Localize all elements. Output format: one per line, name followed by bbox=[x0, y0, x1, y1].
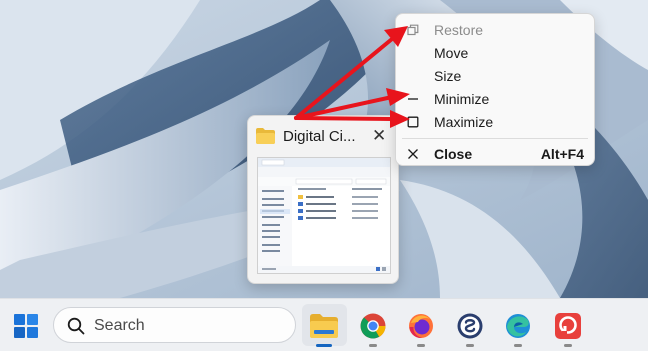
pocketcasts-button[interactable] bbox=[550, 308, 586, 344]
menu-item-size[interactable]: Size bbox=[396, 65, 594, 87]
menu-separator bbox=[402, 138, 588, 139]
file-explorer-icon bbox=[310, 314, 338, 338]
edge-button[interactable] bbox=[500, 308, 536, 344]
close-icon bbox=[406, 147, 420, 161]
menu-item-move[interactable]: Move bbox=[396, 42, 594, 64]
maximize-icon bbox=[406, 115, 420, 129]
menu-item-shortcut: Alt+F4 bbox=[540, 146, 584, 162]
mini-window-preview bbox=[257, 157, 391, 274]
menu-item-close[interactable]: Close Alt+F4 bbox=[396, 143, 594, 165]
app-running-indicator bbox=[316, 344, 332, 347]
search-placeholder: Search bbox=[94, 317, 145, 334]
minimize-icon bbox=[406, 92, 420, 106]
simplenote-button[interactable] bbox=[452, 308, 488, 344]
menu-item-minimize[interactable]: Minimize bbox=[396, 88, 594, 110]
app-running-indicator bbox=[369, 344, 377, 347]
menu-item-label: Maximize bbox=[434, 114, 494, 130]
pocketcasts-icon bbox=[555, 313, 581, 339]
simplenote-icon bbox=[457, 313, 483, 339]
firefox-button[interactable] bbox=[403, 308, 439, 344]
start-button[interactable] bbox=[8, 308, 44, 344]
menu-item-maximize[interactable]: Maximize bbox=[396, 111, 594, 133]
thumbnail-close-button[interactable]: ✕ bbox=[372, 126, 386, 146]
firefox-icon bbox=[409, 314, 433, 339]
folder-icon bbox=[256, 128, 275, 144]
thumbnail-header: Digital Ci... ✕ bbox=[248, 116, 398, 156]
menu-item-restore[interactable]: Restore bbox=[396, 19, 594, 41]
app-running-indicator bbox=[514, 344, 522, 347]
edge-icon bbox=[506, 314, 530, 338]
taskbar: Search bbox=[0, 298, 648, 351]
chrome-icon bbox=[360, 313, 386, 339]
taskbar-search-box[interactable]: Search bbox=[53, 307, 296, 343]
window-thumbnail-preview[interactable]: Digital Ci... ✕ bbox=[247, 115, 399, 284]
window-context-menu: Restore Move Size Minimize Maximize Clos… bbox=[395, 13, 595, 166]
chrome-button[interactable] bbox=[355, 308, 391, 344]
app-running-indicator bbox=[564, 344, 572, 347]
menu-item-label: Close bbox=[434, 146, 473, 162]
search-icon bbox=[67, 317, 85, 335]
restore-icon bbox=[406, 23, 420, 37]
menu-item-label: Minimize bbox=[434, 91, 490, 107]
app-running-indicator bbox=[466, 344, 474, 347]
file-explorer-button[interactable] bbox=[306, 308, 342, 344]
menu-item-label: Move bbox=[434, 45, 469, 61]
menu-item-label: Size bbox=[434, 68, 462, 84]
thumbnail-title: Digital Ci... bbox=[283, 128, 356, 145]
menu-item-label: Restore bbox=[434, 22, 484, 38]
app-running-indicator bbox=[417, 344, 425, 347]
windows-logo-icon bbox=[14, 314, 38, 338]
